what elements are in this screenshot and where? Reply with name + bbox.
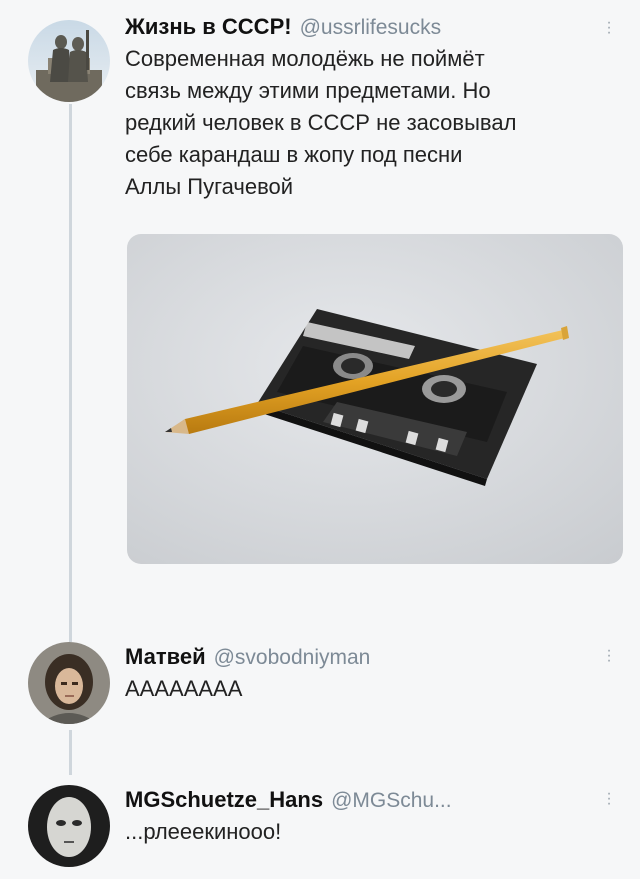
tweet-body: Жизнь в СССР! @ussrlifesucks Современная… xyxy=(125,14,615,203)
tweet-text-line: редкий человек в СССР не засовывал xyxy=(125,110,517,135)
avatar[interactable] xyxy=(28,785,110,867)
tweet-text-line: Аллы Пугачевой xyxy=(125,174,294,199)
tweet-header: Жизнь в СССР! @ussrlifesucks xyxy=(125,14,615,40)
tweet-text: Современная молодёжь не поймёт связь меж… xyxy=(125,43,615,203)
author-name[interactable]: Матвей xyxy=(125,644,206,670)
tweet-text: АААААААА xyxy=(125,676,243,701)
avatar[interactable] xyxy=(28,20,110,102)
author-handle[interactable]: @svobodniyman xyxy=(214,646,371,670)
tweet-body: Матвей @svobodniyman АААААААА xyxy=(125,644,615,705)
more-options-icon[interactable]: · · · xyxy=(600,786,618,812)
author-handle[interactable]: @MGSchu... xyxy=(331,789,452,813)
author-handle[interactable]: @ussrlifesucks xyxy=(300,16,442,40)
avatar[interactable] xyxy=(28,642,110,724)
author-name[interactable]: MGSchuetze_Hans xyxy=(125,787,323,813)
more-options-icon[interactable]: · · · xyxy=(600,15,618,41)
tweet-text: ...рлееекинооо! xyxy=(125,819,282,844)
tweet-text-line: себе карандаш в жопу под песни xyxy=(125,142,463,167)
thread-line xyxy=(69,104,72,642)
more-options-icon[interactable]: · · · xyxy=(600,643,618,669)
timeline: Жизнь в СССР! @ussrlifesucks Современная… xyxy=(0,0,640,879)
tweet-body: MGSchuetze_Hans @MGSchu... ...рлееекиноо… xyxy=(125,787,615,848)
tweet-text-line: Современная молодёжь не поймёт xyxy=(125,46,485,71)
tweet-header: Матвей @svobodniyman xyxy=(125,644,615,670)
author-name[interactable]: Жизнь в СССР! xyxy=(125,14,292,40)
thread-line xyxy=(69,730,72,775)
tweet-header: MGSchuetze_Hans @MGSchu... xyxy=(125,787,615,813)
tweet-photo[interactable] xyxy=(127,234,623,564)
tweet-text-line: связь между этими предметами. Но xyxy=(125,78,491,103)
